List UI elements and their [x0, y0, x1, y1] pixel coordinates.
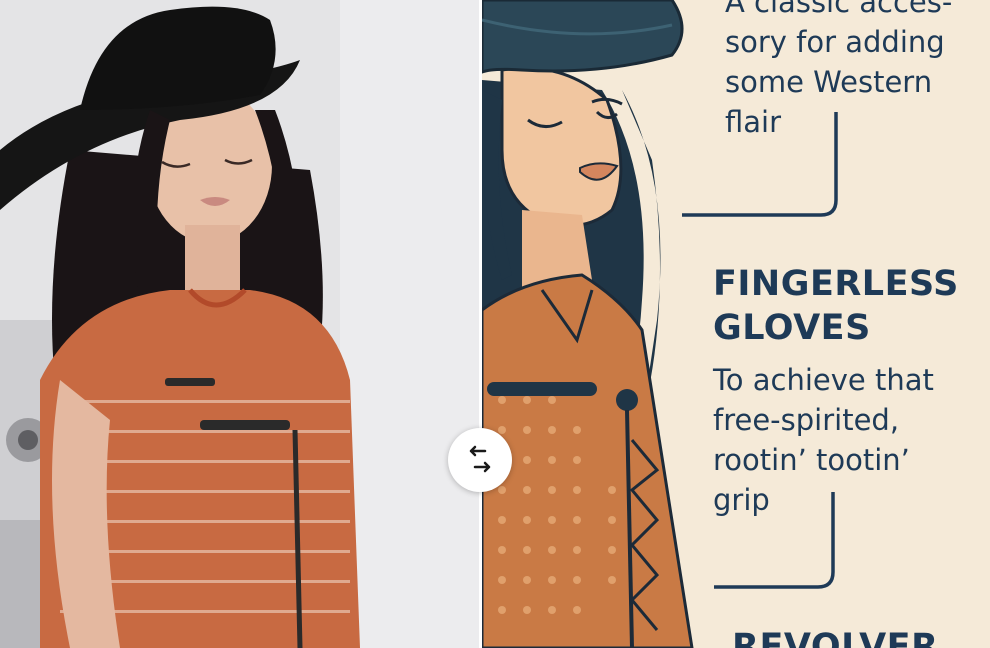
original-photo-pane — [0, 0, 480, 648]
callout-text-hat: A classic acces- sory for adding some We… — [725, 0, 953, 139]
callout-heading-revolver: REVOLVER — [732, 627, 939, 648]
original-photo — [0, 0, 480, 648]
callout-heading-gloves: FINGERLESS GLOVES — [713, 264, 959, 348]
callout-text-gloves: To achieve that free-spirited, rootin’ t… — [713, 363, 934, 517]
illustration-pane: A classic acces- sory for adding some We… — [482, 0, 990, 648]
compare-toggle-button[interactable] — [448, 428, 512, 492]
swap-arrows-icon — [469, 445, 491, 473]
